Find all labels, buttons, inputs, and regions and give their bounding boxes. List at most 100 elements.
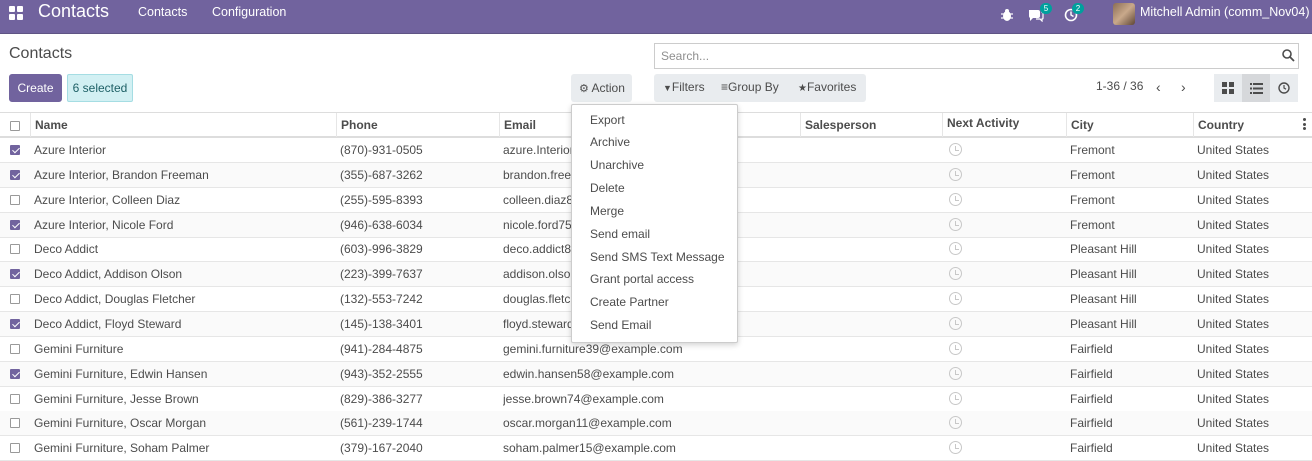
pager-value[interactable]: 1-36 / 36 bbox=[1096, 79, 1143, 93]
table-row[interactable]: Gemini Furniture, Jesse Brown (829)-386-3… bbox=[0, 387, 1312, 412]
row-checkbox[interactable] bbox=[10, 318, 20, 329]
activity-clock-icon[interactable] bbox=[949, 242, 962, 256]
cell-city: Fremont bbox=[1070, 217, 1115, 232]
menu-item-export[interactable]: Export bbox=[590, 113, 625, 127]
cell-phone: (145)-138-3401 bbox=[340, 316, 423, 331]
action-button[interactable]: ⚙ Action bbox=[571, 74, 632, 102]
menu-item-delete[interactable]: Delete bbox=[590, 181, 625, 195]
apps-menu-icon[interactable] bbox=[9, 6, 23, 20]
top-navbar: Contacts Contacts Configuration 5 2 Mitc… bbox=[0, 0, 1312, 34]
optional-columns-icon[interactable] bbox=[1303, 118, 1306, 130]
row-checkbox[interactable] bbox=[10, 343, 20, 354]
pager-previous-icon[interactable]: ‹ bbox=[1156, 79, 1161, 95]
bars-icon: ≡ bbox=[721, 80, 729, 94]
user-avatar[interactable] bbox=[1113, 3, 1135, 25]
cell-city: Pleasant Hill bbox=[1070, 267, 1137, 282]
filter-icon: ▼ bbox=[663, 83, 672, 93]
row-checkbox[interactable] bbox=[10, 219, 20, 230]
column-city[interactable]: City bbox=[1066, 113, 1193, 137]
activity-clock-icon[interactable] bbox=[949, 167, 962, 181]
row-checkbox[interactable] bbox=[10, 294, 20, 305]
cell-phone: (561)-239-1744 bbox=[340, 416, 423, 431]
activity-clock-icon[interactable] bbox=[949, 366, 962, 380]
menu-item-send-sms[interactable]: Send SMS Text Message bbox=[590, 250, 725, 264]
activities-count-badge: 2 bbox=[1072, 3, 1084, 14]
user-menu[interactable]: Mitchell Admin (comm_Nov04) bbox=[1140, 5, 1310, 19]
activity-clock-icon[interactable] bbox=[949, 192, 962, 206]
row-checkbox[interactable] bbox=[10, 145, 20, 155]
cell-city: Pleasant Hill bbox=[1070, 242, 1137, 257]
page-title: Contacts bbox=[9, 45, 73, 62]
search-icon[interactable] bbox=[1281, 48, 1295, 62]
column-name[interactable]: Name bbox=[30, 113, 336, 137]
activity-clock-icon[interactable] bbox=[949, 316, 962, 330]
cell-name: Gemini Furniture bbox=[34, 341, 124, 356]
menu-item-merge[interactable]: Merge bbox=[590, 204, 624, 218]
list-view-button[interactable] bbox=[1242, 74, 1270, 102]
menu-item-create-partner[interactable]: Create Partner bbox=[590, 295, 669, 309]
selected-count-badge: 6 selected bbox=[67, 74, 133, 102]
cell-email: oscar.morgan11@example.com bbox=[503, 416, 672, 431]
cell-email: jesse.brown74@example.com bbox=[503, 391, 664, 406]
favorites-button[interactable]: ★Favorites bbox=[798, 80, 856, 94]
activity-clock-icon[interactable] bbox=[949, 217, 962, 231]
menu-configuration[interactable]: Configuration bbox=[212, 5, 286, 19]
cell-name: Deco Addict, Floyd Steward bbox=[34, 316, 182, 331]
row-checkbox[interactable] bbox=[10, 244, 20, 255]
cell-email: soham.palmer15@example.com bbox=[503, 441, 676, 456]
create-button[interactable]: Create bbox=[9, 74, 62, 102]
table-row[interactable]: Gemini Furniture, Edwin Hansen (943)-352-… bbox=[0, 361, 1312, 387]
activity-clock-icon[interactable] bbox=[949, 341, 962, 355]
cell-phone: (870)-931-0505 bbox=[340, 143, 423, 157]
kanban-view-button[interactable] bbox=[1214, 74, 1242, 102]
cell-city: Fairfield bbox=[1070, 366, 1113, 381]
select-all-checkbox[interactable] bbox=[10, 121, 20, 131]
cell-phone: (829)-386-3277 bbox=[340, 391, 423, 406]
bug-icon[interactable] bbox=[1000, 8, 1014, 22]
menu-item-unarchive[interactable]: Unarchive bbox=[590, 158, 644, 172]
activity-clock-icon[interactable] bbox=[949, 267, 962, 281]
activity-clock-icon[interactable] bbox=[949, 416, 962, 430]
filters-button[interactable]: ▼Filters bbox=[663, 80, 705, 94]
row-checkbox[interactable] bbox=[10, 393, 20, 404]
activity-clock-icon[interactable] bbox=[949, 391, 962, 405]
menu-item-send-email-alt[interactable]: Send Email bbox=[590, 318, 651, 332]
row-checkbox[interactable] bbox=[10, 443, 20, 454]
table-row[interactable]: Gemini Furniture, Soham Palmer (379)-167-… bbox=[0, 436, 1312, 461]
cell-country: United States bbox=[1197, 267, 1270, 282]
activity-clock-icon[interactable] bbox=[949, 143, 962, 156]
table-row[interactable]: Gemini Furniture, Oscar Morgan (561)-239-… bbox=[0, 411, 1312, 437]
cell-country: United States bbox=[1197, 192, 1270, 207]
search-input[interactable]: Search... bbox=[654, 43, 1299, 69]
cell-country: United States bbox=[1197, 366, 1270, 381]
activity-clock-icon[interactable] bbox=[949, 441, 962, 455]
pager-next-icon[interactable]: › bbox=[1181, 79, 1186, 95]
column-salesperson[interactable]: Salesperson bbox=[800, 113, 942, 137]
menu-item-send-email[interactable]: Send email bbox=[590, 227, 650, 241]
activity-view-button[interactable] bbox=[1270, 74, 1298, 102]
cell-name: Deco Addict bbox=[34, 242, 99, 257]
cell-phone: (603)-996-3829 bbox=[340, 242, 423, 257]
row-checkbox[interactable] bbox=[10, 368, 20, 379]
row-checkbox[interactable] bbox=[10, 169, 20, 180]
activity-clock-icon[interactable] bbox=[949, 292, 962, 306]
row-checkbox[interactable] bbox=[10, 269, 20, 280]
cell-name: Gemini Furniture, Soham Palmer bbox=[34, 441, 210, 456]
cell-country: United States bbox=[1197, 316, 1270, 331]
cell-city: Fairfield bbox=[1070, 391, 1113, 406]
column-next-activity[interactable]: Next Activity bbox=[942, 113, 1066, 137]
app-title[interactable]: Contacts bbox=[38, 1, 109, 22]
cell-phone: (223)-399-7637 bbox=[340, 267, 423, 282]
column-phone[interactable]: Phone bbox=[336, 113, 499, 137]
group-by-label: Group By bbox=[728, 80, 779, 94]
menu-item-grant-portal-access[interactable]: Grant portal access bbox=[590, 272, 694, 286]
cell-name: Gemini Furniture, Jesse Brown bbox=[34, 391, 199, 406]
group-by-button[interactable]: ≡Group By bbox=[721, 80, 779, 94]
menu-contacts[interactable]: Contacts bbox=[138, 5, 187, 19]
cell-city: Fremont bbox=[1070, 192, 1115, 207]
menu-item-archive[interactable]: Archive bbox=[590, 135, 630, 149]
row-checkbox[interactable] bbox=[10, 418, 20, 429]
row-checkbox[interactable] bbox=[10, 194, 20, 205]
cell-email: edwin.hansen58@example.com bbox=[503, 366, 674, 381]
column-country[interactable]: Country bbox=[1193, 113, 1312, 137]
